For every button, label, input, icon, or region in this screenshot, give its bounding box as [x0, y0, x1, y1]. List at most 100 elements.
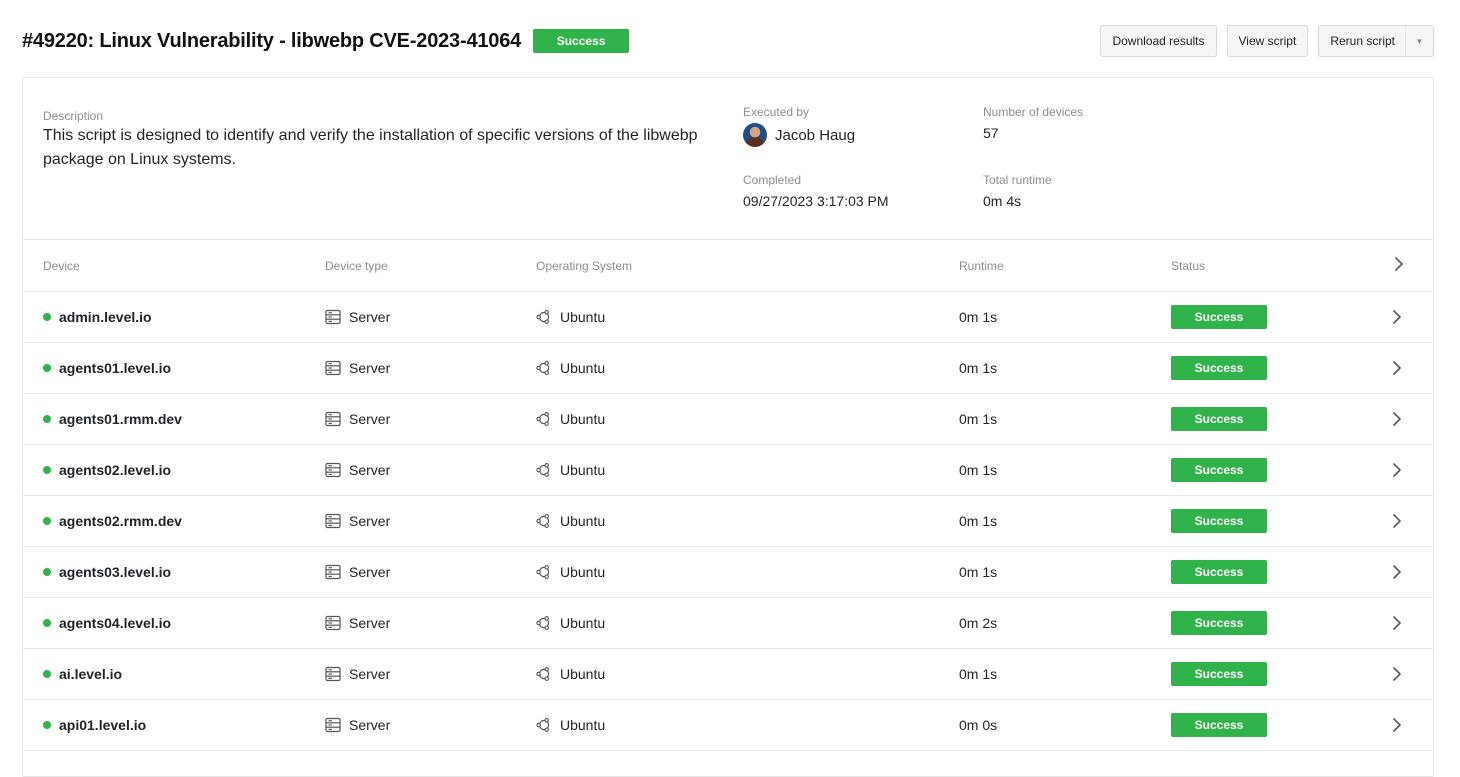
- server-icon: [325, 360, 341, 376]
- device-type-cell: Server: [325, 445, 390, 495]
- table-row[interactable]: agents03.level.io Server Ubuntu 0m 1s Su…: [23, 547, 1433, 598]
- status-badge: Success: [1171, 407, 1267, 431]
- total-runtime-value: 0m 4s: [983, 193, 1022, 209]
- status-cell: Success: [1171, 547, 1267, 597]
- device-cell: agents02.level.io: [43, 445, 171, 495]
- device-name[interactable]: agents02.level.io: [59, 462, 171, 478]
- runtime-cell: 0m 1s: [959, 292, 997, 342]
- device-cell: agents02.rmm.dev: [43, 496, 182, 546]
- ubuntu-icon: [536, 667, 550, 681]
- column-header-operating-system[interactable]: Operating System: [536, 259, 632, 273]
- status-cell: Success: [1171, 292, 1267, 342]
- number-of-devices-value: 57: [983, 125, 999, 141]
- table-row[interactable]: agents04.level.io Server Ubuntu 0m 2s Su…: [23, 598, 1433, 649]
- table-row[interactable]: ai.level.io Server Ubuntu 0m 1s Success: [23, 649, 1433, 700]
- chevron-right-icon[interactable]: [1391, 564, 1403, 580]
- ubuntu-icon: [536, 514, 550, 528]
- chevron-right-icon[interactable]: [1391, 717, 1403, 733]
- device-name[interactable]: agents03.level.io: [59, 564, 171, 580]
- os-text: Ubuntu: [560, 615, 606, 631]
- device-name[interactable]: agents01.rmm.dev: [59, 411, 182, 427]
- os-cell: Ubuntu: [536, 700, 605, 750]
- status-cell: Success: [1171, 496, 1267, 546]
- chevron-right-icon[interactable]: [1391, 666, 1403, 682]
- table-header: Device Device type Operating System Runt…: [23, 240, 1433, 292]
- table-row[interactable]: api01.level.io Server Ubuntu 0m 0s Succe…: [23, 700, 1433, 751]
- ubuntu-icon: [536, 616, 550, 630]
- runtime-text: 0m 1s: [959, 360, 998, 376]
- ubuntu-icon: [536, 463, 550, 477]
- row-action: [1391, 598, 1403, 648]
- device-name[interactable]: api01.level.io: [59, 717, 146, 733]
- executed-by-user: Jacob Haug: [743, 123, 855, 147]
- chevron-right-icon[interactable]: [1391, 309, 1403, 325]
- table-row[interactable]: agents02.rmm.dev Server Ubuntu 0m 1s Suc…: [23, 496, 1433, 547]
- row-action: [1391, 700, 1403, 750]
- os-text: Ubuntu: [560, 462, 606, 478]
- chevron-right-icon[interactable]: [1391, 411, 1403, 427]
- column-header-device-type[interactable]: Device type: [325, 259, 388, 273]
- view-script-button[interactable]: View script: [1226, 25, 1309, 57]
- chevron-right-icon[interactable]: [1391, 513, 1403, 529]
- status-dot-icon: [43, 568, 51, 576]
- executed-by-section: Executed by Jacob Haug: [743, 105, 855, 147]
- table-row[interactable]: admin.level.io Server Ubuntu 0m 1s Succe…: [23, 292, 1433, 343]
- column-header-runtime[interactable]: Runtime: [959, 259, 1004, 273]
- device-name[interactable]: agents01.level.io: [59, 360, 171, 376]
- chevron-right-icon[interactable]: [1391, 462, 1403, 478]
- server-icon: [325, 666, 341, 682]
- runtime-cell: 0m 1s: [959, 547, 997, 597]
- runtime-cell: 0m 0s: [959, 700, 997, 750]
- column-header-status[interactable]: Status: [1171, 259, 1205, 273]
- chevron-right-icon[interactable]: [1391, 360, 1403, 376]
- device-type-cell: Server: [325, 547, 390, 597]
- column-header-device[interactable]: Device: [43, 259, 80, 273]
- chevron-right-icon[interactable]: [1391, 615, 1403, 631]
- status-dot-icon: [43, 517, 51, 525]
- table-row[interactable]: agents02.level.io Server Ubuntu 0m 1s Su…: [23, 445, 1433, 496]
- device-type-cell: Server: [325, 394, 390, 444]
- header-actions: Download results View script Rerun scrip…: [1100, 25, 1434, 57]
- status-badge: Success: [533, 29, 630, 53]
- device-name[interactable]: agents02.rmm.dev: [59, 513, 182, 529]
- executed-by-label: Executed by: [743, 105, 810, 119]
- os-cell: Ubuntu: [536, 445, 605, 495]
- os-text: Ubuntu: [560, 564, 606, 580]
- header-chevron-right-icon[interactable]: [1393, 256, 1405, 275]
- status-dot-icon: [43, 313, 51, 321]
- row-action: [1391, 394, 1403, 444]
- device-cell: api01.level.io: [43, 700, 146, 750]
- device-name[interactable]: admin.level.io: [59, 309, 152, 325]
- os-cell: Ubuntu: [536, 343, 605, 393]
- device-type-text: Server: [349, 513, 391, 529]
- status-badge: Success: [1171, 305, 1267, 329]
- status-badge: Success: [1171, 713, 1267, 737]
- status-cell: Success: [1171, 343, 1267, 393]
- total-runtime-label: Total runtime: [983, 173, 1052, 187]
- status-dot-icon: [43, 364, 51, 372]
- device-type-cell: Server: [325, 343, 390, 393]
- device-name[interactable]: agents04.level.io: [59, 615, 171, 631]
- runtime-cell: 0m 1s: [959, 394, 997, 444]
- server-icon: [325, 411, 341, 427]
- ubuntu-icon: [536, 310, 550, 324]
- os-cell: Ubuntu: [536, 496, 605, 546]
- total-runtime-section: Total runtime 0m 4s: [983, 173, 1052, 209]
- description-text: This script is designed to identify and …: [43, 127, 698, 168]
- runtime-text: 0m 1s: [959, 462, 998, 478]
- server-icon: [325, 615, 341, 631]
- os-cell: Ubuntu: [536, 547, 605, 597]
- os-text: Ubuntu: [560, 717, 606, 733]
- device-name[interactable]: ai.level.io: [59, 666, 122, 682]
- device-type-cell: Server: [325, 496, 390, 546]
- row-action: [1391, 496, 1403, 546]
- status-badge: Success: [1171, 611, 1267, 635]
- rerun-script-button[interactable]: Rerun script: [1330, 34, 1395, 48]
- status-dot-icon: [43, 415, 51, 423]
- download-results-button[interactable]: Download results: [1100, 25, 1217, 57]
- table-row[interactable]: agents01.rmm.dev Server Ubuntu 0m 1s Suc…: [23, 394, 1433, 445]
- rerun-options-chevron-down-icon[interactable]: ▼: [1405, 26, 1433, 56]
- status-badge: Success: [1171, 560, 1267, 584]
- status-cell: Success: [1171, 394, 1267, 444]
- table-row[interactable]: agents01.level.io Server Ubuntu 0m 1s Su…: [23, 343, 1433, 394]
